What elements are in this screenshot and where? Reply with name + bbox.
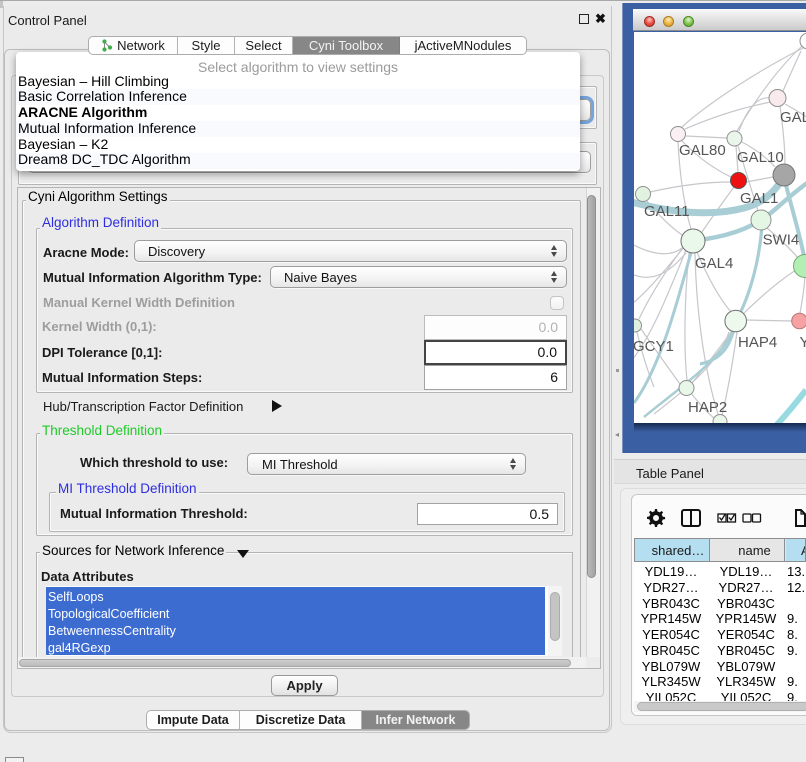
svg-text:SWI4: SWI4 (763, 232, 800, 249)
svg-text:GAL10: GAL10 (737, 149, 784, 166)
svg-text:GAL11: GAL11 (644, 203, 690, 220)
svg-text:GCY1: GCY1 (634, 338, 674, 355)
svg-text:GAL80: GAL80 (679, 142, 726, 159)
svg-text:GAL4: GAL4 (695, 255, 733, 272)
svg-text:GAL2: GAL2 (780, 109, 806, 126)
svg-text:GAL1: GAL1 (740, 190, 778, 207)
svg-text:HAP4: HAP4 (738, 334, 777, 351)
svg-text:HAP2: HAP2 (688, 399, 727, 416)
svg-text:Y: Y (800, 334, 806, 351)
